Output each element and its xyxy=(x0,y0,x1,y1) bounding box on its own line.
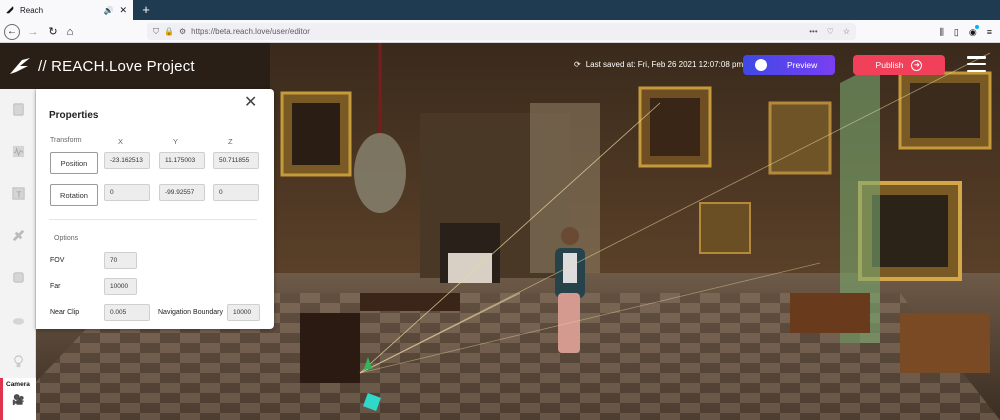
preview-toggle-knob xyxy=(755,59,767,71)
url-bar[interactable]: ⛉ 🔒 ⚙ https://beta.reach.love/user/edito… xyxy=(147,23,856,40)
rotation-z-field[interactable]: 0 xyxy=(213,184,259,201)
forward-icon[interactable]: → xyxy=(25,24,41,40)
fov-label: FOV xyxy=(50,257,65,264)
far-field[interactable]: 10000 xyxy=(104,278,137,295)
url-text[interactable]: https://beta.reach.love/user/editor xyxy=(191,27,310,36)
far-label: Far xyxy=(50,283,61,290)
nav-boundary-field[interactable]: 10000 xyxy=(227,304,260,321)
section-divider xyxy=(49,219,257,220)
cloud-tool[interactable] xyxy=(0,299,36,339)
library-icon[interactable]: ⫼ xyxy=(940,24,944,40)
nav-boundary-label: Navigation Boundary xyxy=(158,309,223,316)
properties-panel: Properties ✕ Transform X Y Z Position -2… xyxy=(36,89,274,329)
publish-label: Publish xyxy=(875,60,904,70)
near-clip-label: Near Clip xyxy=(50,309,80,316)
camera-icon: 🎥 xyxy=(12,395,25,406)
light-tool[interactable] xyxy=(0,341,36,381)
satellite-icon xyxy=(12,229,24,241)
reach-logo-icon[interactable] xyxy=(8,54,32,78)
position-button[interactable]: Position xyxy=(50,152,98,174)
text-tool[interactable]: T xyxy=(0,173,36,213)
home-icon[interactable]: ⌂ xyxy=(62,24,78,40)
publish-button[interactable]: Publish ➜ xyxy=(853,55,945,75)
pocket-icon[interactable]: ♡ xyxy=(827,27,834,36)
sync-icon: ⟳ xyxy=(574,60,581,69)
page-actions-icon[interactable]: ••• xyxy=(809,27,817,36)
speaker-icon[interactable]: 🔊 xyxy=(103,6,113,15)
image-tool[interactable] xyxy=(0,89,36,129)
transform-label: Transform xyxy=(50,137,82,144)
lightbulb-icon xyxy=(13,354,23,367)
fov-field[interactable]: 70 xyxy=(104,252,137,269)
save-status: ⟳ Last saved at: Fri, Feb 26 2021 12:07:… xyxy=(574,60,743,69)
image-tool-icon xyxy=(12,102,24,116)
back-icon[interactable]: ← xyxy=(4,24,20,40)
browser-tab-bar: Reach 🔊 ✕ + xyxy=(0,0,1000,20)
axis-x-label: X xyxy=(118,137,124,146)
model-tool[interactable] xyxy=(0,215,36,255)
rotation-x-field[interactable]: 0 xyxy=(104,184,150,201)
lock-icon[interactable]: 🔒 xyxy=(164,27,174,36)
publish-arrow-icon: ➜ xyxy=(911,59,923,71)
reach-favicon-icon xyxy=(6,6,14,14)
preview-button[interactable]: Preview xyxy=(743,55,835,75)
left-toolbar: T Camera 🎥 xyxy=(0,89,36,420)
reload-icon[interactable]: ↻ xyxy=(45,24,61,40)
preview-label: Preview xyxy=(787,60,818,70)
camera-tool[interactable]: Camera 🎥 xyxy=(0,378,36,420)
axis-z-label: Z xyxy=(228,137,233,146)
rotation-y-field[interactable]: -99.92557 xyxy=(159,184,205,201)
options-label: Options xyxy=(54,235,79,242)
tab-title: Reach xyxy=(20,5,44,15)
permissions-icon[interactable]: ⚙ xyxy=(179,27,186,36)
bookmark-star-icon[interactable]: ☆ xyxy=(843,27,850,36)
save-status-text: Last saved at: Fri, Feb 26 2021 12:07:08… xyxy=(585,60,744,69)
close-icon[interactable]: ✕ xyxy=(244,95,257,111)
new-tab-icon[interactable]: + xyxy=(138,2,154,18)
browser-nav-bar: ← → ↻ ⌂ ⛉ 🔒 ⚙ https://beta.reach.love/us… xyxy=(0,20,1000,43)
position-y-field[interactable]: 11.175003 xyxy=(159,152,205,169)
box-icon xyxy=(12,271,24,283)
project-title: // REACH.Love Project xyxy=(38,58,195,75)
toolbar-right: ⫼ ▯ ◉ ≡ xyxy=(940,24,992,40)
sidebar-icon[interactable]: ▯ xyxy=(954,24,959,40)
camera-label: Camera xyxy=(6,381,30,388)
browser-tab[interactable]: Reach 🔊 ✕ xyxy=(0,0,133,20)
near-clip-field[interactable]: 0.005 xyxy=(104,304,150,321)
axis-y-label: Y xyxy=(173,137,179,146)
camera-active-indicator xyxy=(0,378,3,420)
app-menu-icon[interactable]: ≡ xyxy=(987,24,992,40)
text-tool-icon: T xyxy=(11,186,25,200)
properties-title: Properties xyxy=(49,110,99,121)
svg-text:T: T xyxy=(15,190,21,199)
audio-tool[interactable] xyxy=(0,131,36,171)
rotation-button[interactable]: Rotation xyxy=(50,184,98,206)
hamburger-menu-icon[interactable] xyxy=(967,56,986,72)
shield-icon[interactable]: ⛉ xyxy=(153,27,159,37)
position-z-field[interactable]: 50.711855 xyxy=(213,152,259,169)
app-header: // REACH.Love Project ⟳ Last saved at: F… xyxy=(0,43,1000,89)
box-tool[interactable] xyxy=(0,257,36,297)
account-icon[interactable]: ◉ xyxy=(969,24,979,40)
position-x-field[interactable]: -23.162513 xyxy=(104,152,150,169)
cloud-icon xyxy=(12,317,24,325)
tab-close-icon[interactable]: ✕ xyxy=(119,5,127,16)
audio-wave-icon xyxy=(12,145,24,157)
